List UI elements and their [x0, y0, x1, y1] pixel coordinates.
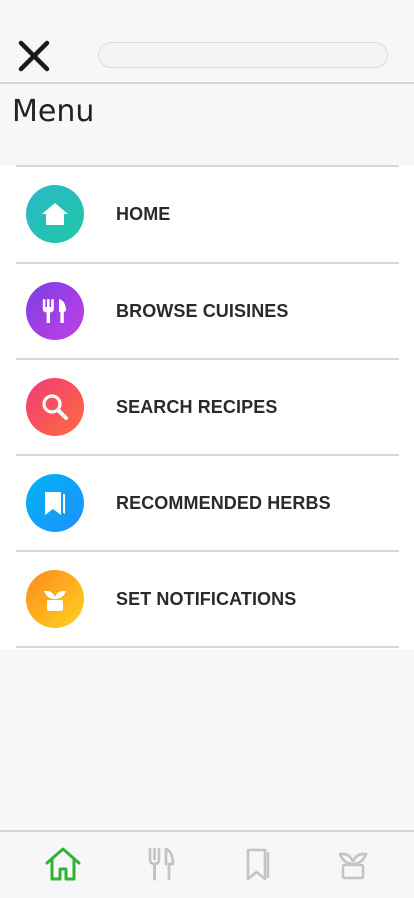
menu-item-label: SET NOTIFICATIONS — [116, 588, 297, 609]
top-bar — [0, 0, 414, 84]
menu-item-recommended-herbs[interactable]: RECOMMENDED HERBS — [16, 456, 399, 550]
search-icon — [42, 394, 68, 420]
fork-knife-icon — [148, 847, 175, 881]
nav-herbs[interactable] — [237, 842, 281, 886]
menu-list: HOME BROWSE CUISINES SEARCH RECIPES RECO… — [0, 165, 414, 649]
close-icon — [18, 40, 50, 72]
menu-item-browse-cuisines[interactable]: BROWSE CUISINES — [16, 264, 399, 358]
bookmark-icon — [246, 848, 270, 881]
page-title: Menu — [12, 94, 95, 129]
search-input[interactable] — [98, 42, 388, 68]
nav-notifications[interactable] — [331, 842, 375, 886]
home-icon — [42, 203, 68, 225]
menu-icon-recommended-herbs — [26, 474, 84, 532]
menu-item-set-notifications[interactable]: SET NOTIFICATIONS — [16, 552, 399, 646]
menu-item-label: HOME — [116, 203, 171, 224]
menu-icon-set-notifications — [26, 570, 84, 628]
close-button[interactable] — [14, 36, 54, 76]
menu-icon-search-recipes — [26, 378, 84, 436]
home-icon — [45, 847, 81, 881]
menu-item-label: RECOMMENDED HERBS — [116, 492, 331, 513]
plant-icon — [44, 590, 66, 611]
nav-home[interactable] — [41, 842, 85, 886]
menu-item-label: BROWSE CUISINES — [116, 300, 289, 321]
plant-icon — [338, 852, 368, 880]
divider — [16, 646, 399, 648]
fork-knife-icon — [42, 299, 66, 323]
bottom-nav — [0, 830, 414, 898]
menu-item-home[interactable]: HOME — [16, 167, 399, 261]
menu-item-label: SEARCH RECIPES — [116, 396, 278, 417]
menu-icon-home — [26, 185, 84, 243]
nav-cuisines[interactable] — [139, 842, 183, 886]
bookmark-icon — [45, 492, 65, 515]
menu-item-search-recipes[interactable]: SEARCH RECIPES — [16, 360, 399, 454]
menu-icon-browse-cuisines — [26, 282, 84, 340]
